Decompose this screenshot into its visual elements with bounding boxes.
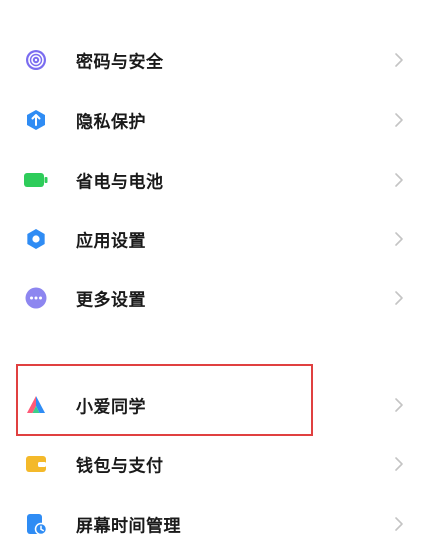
chevron-right-icon [395, 232, 403, 246]
chevron-right-icon [395, 113, 403, 127]
privacy-shield-icon [24, 108, 48, 132]
settings-item-battery[interactable]: 省电与电池 [0, 152, 431, 208]
fingerprint-icon [24, 48, 48, 72]
settings-item-privacy[interactable]: 隐私保护 [0, 92, 431, 148]
chevron-right-icon [395, 173, 403, 187]
xiaoai-icon [24, 393, 48, 417]
gear-icon [24, 227, 48, 251]
chevron-right-icon [395, 291, 403, 305]
chevron-right-icon [395, 398, 403, 412]
screen-time-icon [24, 512, 48, 536]
settings-item-label: 省电与电池 [76, 172, 164, 193]
settings-item-xiaoai[interactable]: 小爱同学 [0, 377, 431, 433]
chevron-right-icon [395, 517, 403, 531]
settings-item-label: 密码与安全 [76, 52, 164, 73]
settings-item-label: 屏幕时间管理 [76, 516, 181, 537]
settings-item-wallet[interactable]: 钱包与支付 [0, 436, 431, 492]
settings-list: 密码与安全 隐私保护 省电与电池 应用设置 更多设置 小爱同学 钱包与支付 屏幕… [0, 0, 431, 558]
settings-item-label: 更多设置 [76, 290, 146, 311]
chevron-right-icon [395, 53, 403, 67]
settings-item-label: 隐私保护 [76, 112, 146, 133]
wallet-icon [24, 452, 48, 476]
battery-icon [24, 168, 48, 192]
more-dots-icon [24, 286, 48, 310]
settings-item-password-security[interactable]: 密码与安全 [0, 32, 431, 88]
settings-item-label: 小爱同学 [76, 397, 146, 418]
settings-item-more-settings[interactable]: 更多设置 [0, 270, 431, 326]
settings-item-screen-time[interactable]: 屏幕时间管理 [0, 496, 431, 552]
settings-item-label: 钱包与支付 [76, 456, 164, 477]
settings-item-label: 应用设置 [76, 231, 146, 252]
settings-item-app-settings[interactable]: 应用设置 [0, 211, 431, 267]
chevron-right-icon [395, 457, 403, 471]
